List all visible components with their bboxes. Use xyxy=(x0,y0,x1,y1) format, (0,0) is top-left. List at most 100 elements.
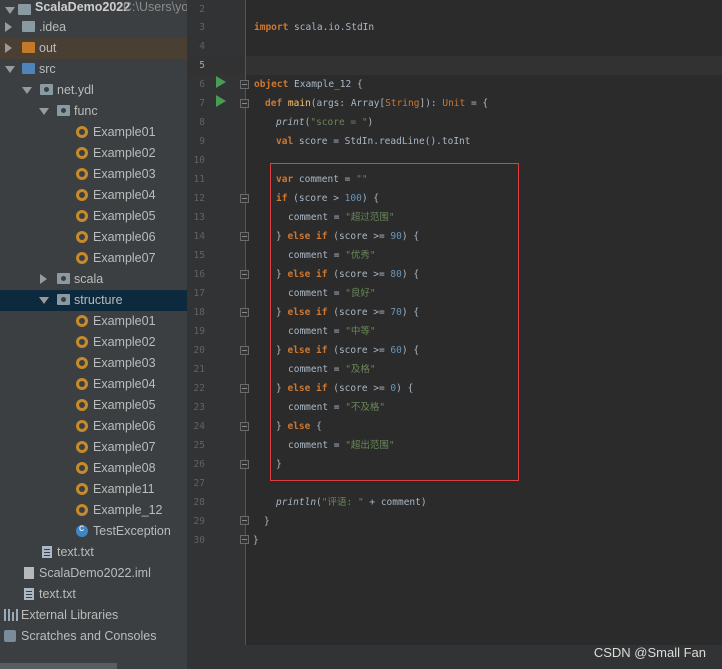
run-main-icon[interactable] xyxy=(216,95,226,107)
tree-item-structure-example02[interactable]: Example02 xyxy=(0,332,187,353)
collapse-arrow-icon[interactable] xyxy=(5,22,12,32)
scala-object-icon xyxy=(76,147,88,159)
fold-marker-icon[interactable] xyxy=(240,346,249,355)
tree-item-func-example03[interactable]: Example03 xyxy=(0,164,187,185)
tree-item-structure-example11[interactable]: Example11 xyxy=(0,479,187,500)
run-object-icon[interactable] xyxy=(216,76,226,88)
scala-object-icon xyxy=(76,378,88,390)
fold-marker-icon[interactable] xyxy=(240,80,249,89)
scala-object-icon xyxy=(76,315,88,327)
tree-item-structure-testexception[interactable]: TestException xyxy=(0,521,187,542)
folder-icon xyxy=(22,42,35,53)
tree-label: net.ydl xyxy=(57,83,94,97)
tree-item-structure-example08[interactable]: Example08 xyxy=(0,458,187,479)
fold-marker-icon[interactable] xyxy=(240,516,249,525)
tree-item-structure-example01[interactable]: Example01 xyxy=(0,311,187,332)
tree-item-structure-example06[interactable]: Example06 xyxy=(0,416,187,437)
line-number: 14 xyxy=(193,231,205,242)
code-line-9[interactable]: val score = StdIn.readLine().toInt xyxy=(276,132,470,151)
tree-item-structure-example05[interactable]: Example05 xyxy=(0,395,187,416)
tree-item-net-ydl[interactable]: net.ydl xyxy=(0,80,187,101)
tree-label: src xyxy=(39,62,56,76)
line-number: 6 xyxy=(199,79,205,90)
tree-item-structure-example07[interactable]: Example07 xyxy=(0,437,187,458)
expand-arrow-icon[interactable] xyxy=(5,66,15,73)
fold-marker-icon[interactable] xyxy=(240,384,249,393)
collapse-arrow-icon[interactable] xyxy=(40,274,47,284)
code-line-6[interactable]: object Example_12 { xyxy=(254,75,363,94)
expand-arrow-icon[interactable] xyxy=(5,7,15,14)
line-number: 25 xyxy=(193,440,205,451)
code-line-29[interactable]: } xyxy=(264,512,270,531)
line-number: 23 xyxy=(193,402,205,413)
line-number: 2 xyxy=(199,4,205,15)
tree-label: Example04 xyxy=(93,188,156,202)
scala-object-icon xyxy=(76,252,88,264)
scala-object-icon xyxy=(76,441,88,453)
line-number: 5 xyxy=(199,60,205,71)
keyword: object xyxy=(254,79,289,90)
tree-label: Example08 xyxy=(93,461,156,475)
source-folder-icon xyxy=(22,63,35,74)
expand-arrow-icon[interactable] xyxy=(39,108,49,115)
fold-marker-icon[interactable] xyxy=(240,422,249,431)
fold-marker-icon[interactable] xyxy=(240,232,249,241)
line-number: 13 xyxy=(193,212,205,223)
code-line-28[interactable]: println("评语: " + comment) xyxy=(276,493,427,512)
tree-label: Example05 xyxy=(93,209,156,223)
tree-item-structure-example04[interactable]: Example04 xyxy=(0,374,187,395)
tree-item-func-example05[interactable]: Example05 xyxy=(0,206,187,227)
scratches-icon xyxy=(4,630,16,642)
tree-item-func-example01[interactable]: Example01 xyxy=(0,122,187,143)
scala-object-icon xyxy=(76,168,88,180)
package-icon xyxy=(57,273,70,284)
tree-item-src[interactable]: src xyxy=(0,59,187,80)
tree-item-scala[interactable]: scala xyxy=(0,269,187,290)
code-line-3[interactable]: import scala.io.StdIn xyxy=(254,18,374,37)
tree-label: Example02 xyxy=(93,146,156,160)
tree-item-func-example04[interactable]: Example04 xyxy=(0,185,187,206)
tree-label: Example_12 xyxy=(93,503,163,517)
expand-arrow-icon[interactable] xyxy=(39,297,49,304)
tree-label: structure xyxy=(74,293,123,307)
code-line-8[interactable]: print("score = ") xyxy=(276,113,373,132)
fold-marker-icon[interactable] xyxy=(240,535,249,544)
expand-arrow-icon[interactable] xyxy=(22,87,32,94)
tree-label: func xyxy=(74,104,98,118)
fold-marker-icon[interactable] xyxy=(240,270,249,279)
line-number: 7 xyxy=(199,98,205,109)
tree-item-idea[interactable]: .idea xyxy=(0,17,187,38)
fold-marker-icon[interactable] xyxy=(240,460,249,469)
code-text: scala.io.StdIn xyxy=(288,22,375,33)
scala-object-icon xyxy=(76,399,88,411)
tree-item-structure-example03[interactable]: Example03 xyxy=(0,353,187,374)
caret-line-highlight xyxy=(187,56,722,75)
tree-item-pkg-text[interactable]: text.txt xyxy=(0,542,187,563)
tree-horizontal-scrollbar[interactable] xyxy=(0,663,117,669)
line-number: 22 xyxy=(193,383,205,394)
code-line-7[interactable]: def main(args: Array[String]): Unit = { xyxy=(265,94,488,113)
tree-label: Example07 xyxy=(93,251,156,265)
fold-marker-icon[interactable] xyxy=(240,308,249,317)
line-number: 3 xyxy=(199,22,205,33)
tree-item-func-example07[interactable]: Example07 xyxy=(0,248,187,269)
code-line-30[interactable]: } xyxy=(253,531,259,550)
collapse-arrow-icon[interactable] xyxy=(5,43,12,53)
tree-item-func-example02[interactable]: Example02 xyxy=(0,143,187,164)
tree-item-iml[interactable]: ScalaDemo2022.iml xyxy=(0,563,187,584)
tree-item-scratches[interactable]: Scratches and Consoles xyxy=(0,626,187,647)
line-number: 17 xyxy=(193,288,205,299)
tree-item-root-text[interactable]: text.txt xyxy=(0,584,187,605)
keyword: def xyxy=(265,98,283,109)
tree-item-structure[interactable]: structure xyxy=(0,290,187,311)
tree-item-out[interactable]: out xyxy=(0,38,187,59)
scala-object-icon xyxy=(76,357,88,369)
tree-item-func-example06[interactable]: Example06 xyxy=(0,227,187,248)
tree-item-external-libraries[interactable]: External Libraries xyxy=(0,605,187,626)
type-name: Unit xyxy=(442,98,466,109)
line-number: 20 xyxy=(193,345,205,356)
fold-marker-icon[interactable] xyxy=(240,194,249,203)
tree-item-structure-example12[interactable]: Example_12 xyxy=(0,500,187,521)
tree-item-func[interactable]: func xyxy=(0,101,187,122)
fold-marker-icon[interactable] xyxy=(240,99,249,108)
